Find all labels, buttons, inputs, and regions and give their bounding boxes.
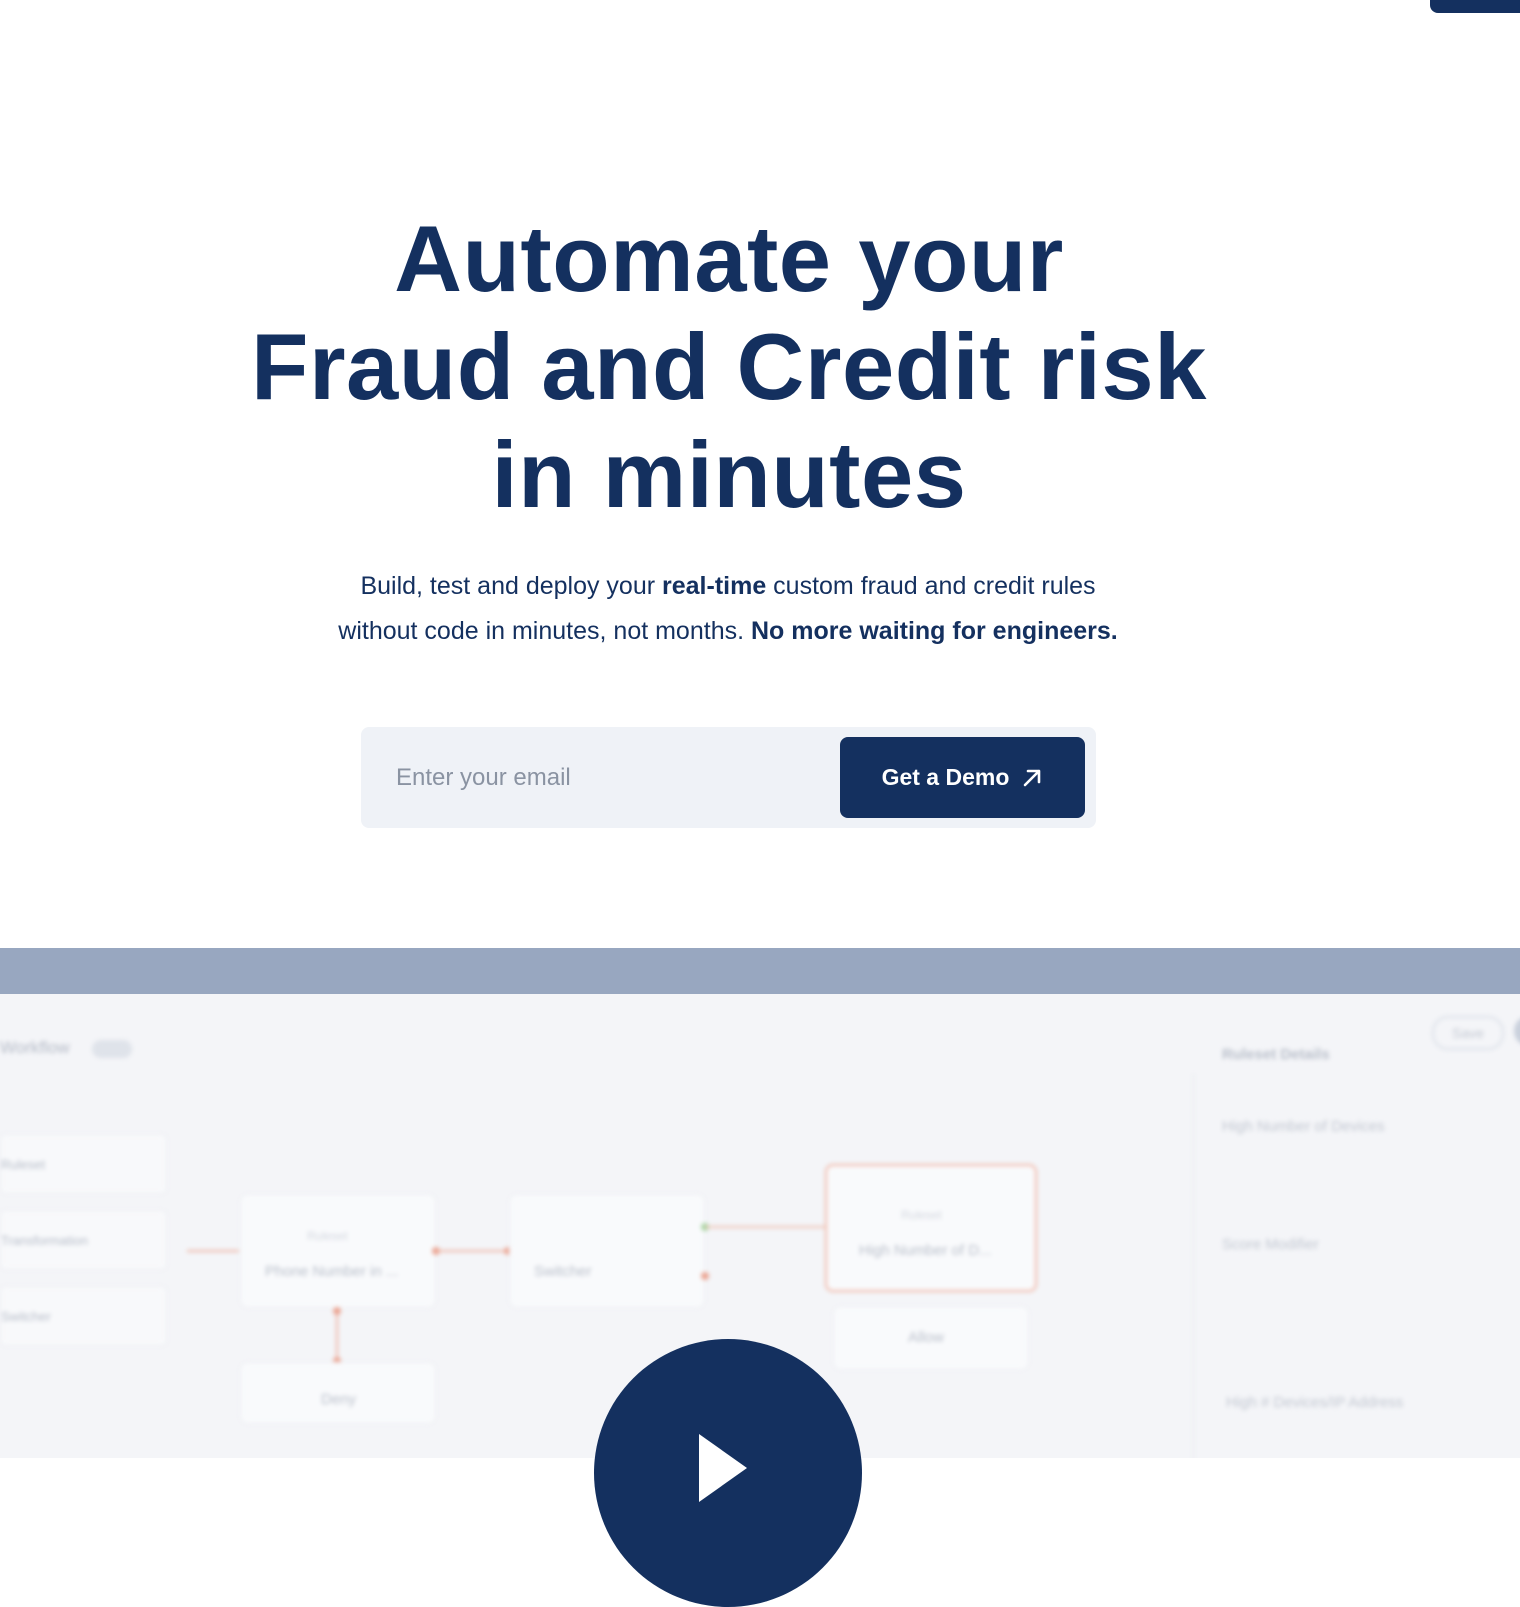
node-title: Phone Number in ... — [265, 1263, 399, 1280]
sidebar-item-label: Ruleset — [1, 1156, 46, 1172]
status-badge — [92, 1040, 132, 1058]
hero-sub-emphasis: real-time — [662, 572, 767, 600]
sidebar-item-transformation: Transformation — [0, 1210, 167, 1270]
panel-rule-name: High Number of Devices — [1222, 1118, 1385, 1135]
hero-title: Automate your Fraud and Credit risk in m… — [0, 205, 1458, 529]
get-demo-button[interactable]: Get a Demo — [840, 737, 1085, 818]
avatar — [1514, 1016, 1520, 1046]
get-demo-label: Get a Demo — [881, 764, 1010, 790]
panel-divider — [1193, 1074, 1194, 1458]
panel-score-modifier: Score Modifier — [1222, 1236, 1319, 1253]
panel-bottom-label: High # Devices/IP Address — [1226, 1394, 1404, 1411]
flow-node-switcher: Switcher — [509, 1194, 705, 1308]
hero-title-line: Fraud and Credit risk — [251, 314, 1207, 419]
panel-title: Ruleset Details — [1222, 1046, 1330, 1063]
flow-port — [333, 1307, 341, 1315]
flow-edge — [187, 1250, 239, 1252]
flow-edge — [705, 1226, 830, 1228]
preview-window-bar — [0, 948, 1520, 994]
sidebar-item-ruleset: Ruleset — [0, 1134, 167, 1194]
flow-edge — [336, 1309, 338, 1361]
node-type-label: Ruleset — [307, 1229, 348, 1243]
workflow-title: Workflow — [0, 1038, 70, 1057]
node-title: Deny — [321, 1391, 357, 1408]
node-title: Allow — [908, 1329, 944, 1346]
node-title: Switcher — [534, 1263, 592, 1280]
sidebar-item-label: Transformation — [1, 1232, 88, 1248]
hero-sub-emphasis: No more waiting for engineers. — [751, 617, 1118, 645]
node-title: High Number of D... — [859, 1242, 992, 1259]
hero-sub-text: Build, test and deploy your — [360, 572, 663, 600]
flow-port — [701, 1272, 709, 1280]
sidebar-item-switcher: Switcher — [0, 1286, 167, 1346]
sidebar-item-label: Switcher — [1, 1308, 51, 1324]
flow-node-phone: Ruleset Phone Number in ... — [240, 1194, 436, 1308]
play-icon — [699, 1434, 747, 1502]
flow-edge — [436, 1250, 508, 1252]
hero-title-line: in minutes — [491, 422, 967, 527]
hero-sub-text: custom fraud and credit rules — [766, 572, 1096, 600]
flow-node-allow: Allow — [833, 1306, 1029, 1370]
hero-sub-text: without code in minutes, not months. — [338, 617, 751, 645]
email-input[interactable] — [381, 747, 838, 809]
flow-node-deny: Deny — [240, 1362, 436, 1424]
save-label: Save — [1452, 1025, 1484, 1041]
demo-request-form: Get a Demo — [361, 727, 1096, 828]
node-type-label: Ruleset — [901, 1208, 942, 1222]
arrow-up-right-icon — [1024, 769, 1041, 786]
nav-cta-button[interactable] — [1430, 0, 1520, 13]
hero-title-line: Automate your — [394, 206, 1064, 311]
hero-subtitle: Build, test and deploy your real-time cu… — [0, 564, 1456, 654]
save-button: Save — [1432, 1016, 1504, 1050]
flow-node-high-devices: Ruleset High Number of D... — [825, 1164, 1037, 1292]
